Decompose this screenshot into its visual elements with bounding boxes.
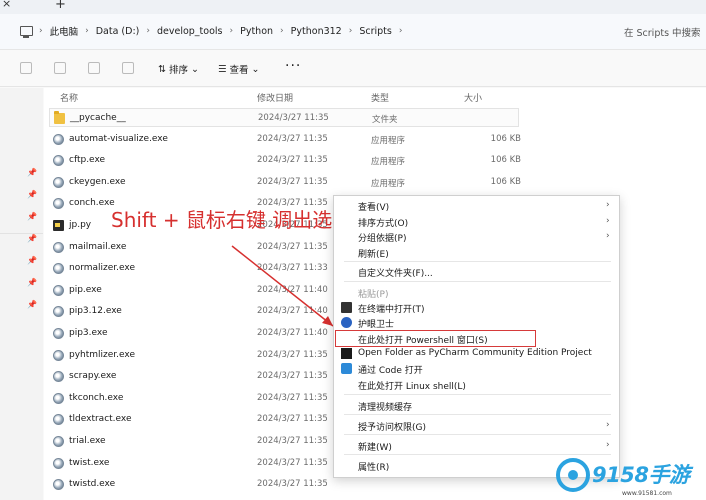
menu-separator: [344, 281, 611, 282]
menu-item-paste: 粘贴(P): [358, 290, 389, 300]
menu-item-huorong[interactable]: 护眼卫士: [358, 317, 394, 330]
menu-item-give-access[interactable]: 授予访问权限(G): [358, 420, 426, 433]
menu-item-customize-folder[interactable]: 自定义文件夹(F)...: [358, 266, 433, 279]
menu-separator: [344, 394, 611, 395]
menu-separator: [344, 434, 611, 435]
submenu-arrow-icon: ›: [606, 200, 610, 210]
site-watermark: 9158手游 www.91581.com: [552, 456, 706, 500]
pycharm-icon: [341, 348, 352, 359]
menu-separator: [344, 414, 611, 415]
submenu-arrow-icon: ›: [606, 231, 610, 241]
watermark-url: www.91581.com: [622, 490, 672, 497]
context-menu: 查看(V) › 排序方式(O) › 分组依据(P) › 刷新(E) 自定义文件夹…: [333, 195, 620, 478]
menu-item-sort-by[interactable]: 排序方式(O): [358, 216, 408, 229]
menu-separator: [344, 454, 611, 455]
submenu-arrow-icon: ›: [606, 440, 610, 450]
menu-item-view[interactable]: 查看(V): [358, 200, 389, 213]
menu-item-pycharm[interactable]: Open Folder as PyCharm Community Edition…: [358, 348, 592, 358]
logo-icon: [556, 458, 590, 492]
menu-item-group-by[interactable]: 分组依据(P): [358, 231, 406, 244]
menu-item-properties[interactable]: 属性(R): [358, 460, 389, 473]
menu-item-clear-cache[interactable]: 清理视频缓存: [358, 400, 412, 413]
shield-icon: [341, 317, 352, 328]
menu-item-open-terminal[interactable]: 在终端中打开(T): [358, 302, 425, 315]
menu-item-open-powershell[interactable]: 在此处打开 Powershell 窗口(S): [358, 333, 488, 346]
menu-separator: [344, 261, 611, 262]
submenu-arrow-icon: ›: [606, 216, 610, 226]
watermark-brand: 9158手游: [592, 463, 690, 487]
menu-item-refresh[interactable]: 刷新(E): [358, 247, 389, 260]
menu-item-vscode[interactable]: 通过 Code 打开: [358, 363, 423, 376]
terminal-icon: [341, 302, 352, 313]
menu-item-new[interactable]: 新建(W): [358, 440, 392, 453]
vscode-icon: [341, 363, 352, 374]
submenu-arrow-icon: ›: [606, 420, 610, 430]
menu-item-linux-shell[interactable]: 在此处打开 Linux shell(L): [358, 379, 466, 392]
